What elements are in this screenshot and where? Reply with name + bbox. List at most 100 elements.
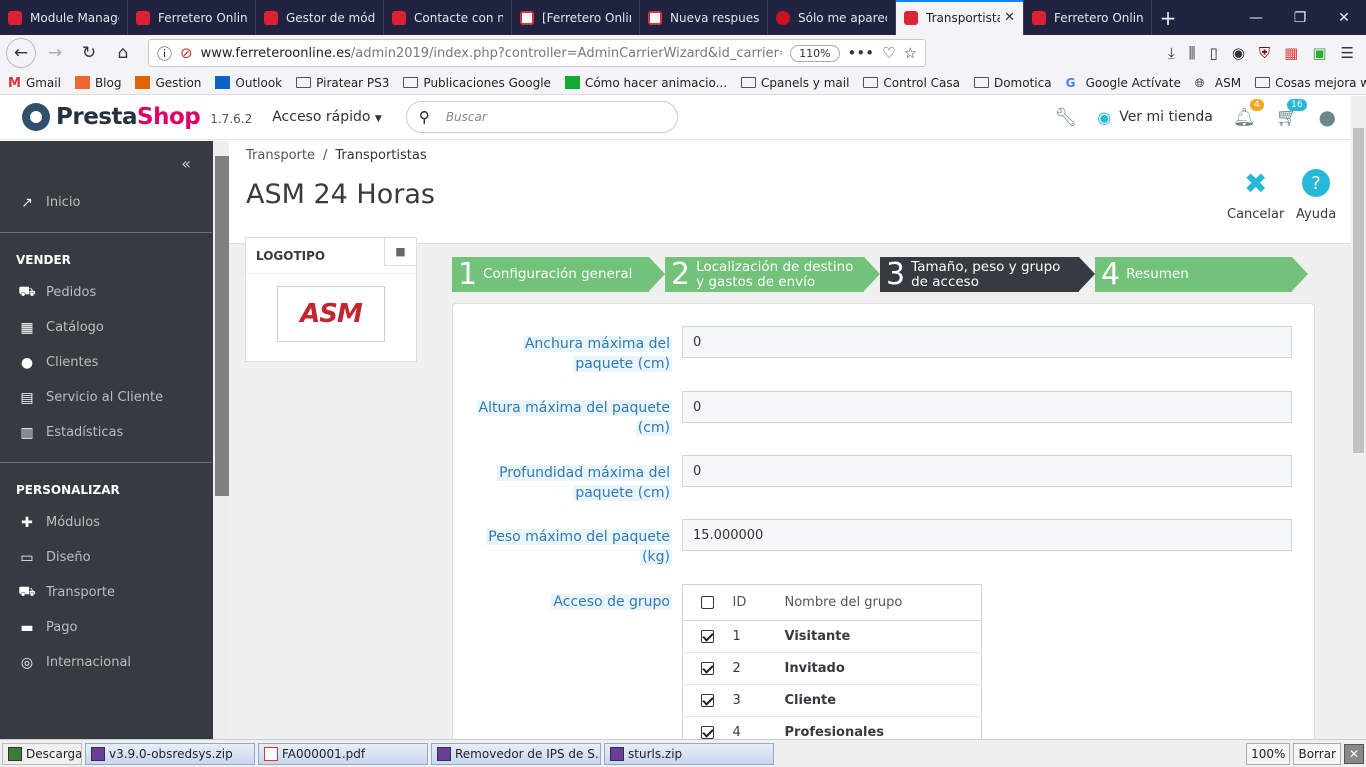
divider xyxy=(0,462,212,463)
view-shop-link[interactable]: ◉ Ver mi tienda xyxy=(1097,108,1213,127)
sidebar-item-modulos[interactable]: ✚ Módulos xyxy=(0,505,229,540)
new-tab-button[interactable]: + xyxy=(1152,0,1184,35)
download-item[interactable]: v3.9.0-obsredsys.zip xyxy=(85,742,255,765)
browser-tab[interactable]: Gestor de módu xyxy=(256,0,384,35)
clear-downloads-button[interactable]: Borrar xyxy=(1293,742,1341,765)
bookmark-item[interactable]: Publicaciones Google xyxy=(403,76,551,90)
cancel-button[interactable]: ✖ Cancelar xyxy=(1227,165,1284,222)
sidebar-item-transporte[interactable]: ⛟ Transporte xyxy=(0,575,229,610)
browser-tab[interactable]: Ferretero Online xyxy=(128,0,256,35)
zoom-indicator[interactable]: 110% xyxy=(790,44,840,62)
admin-search[interactable]: ⚲ Buscar xyxy=(405,101,678,133)
browser-tab-active[interactable]: Transportista ✕ xyxy=(896,0,1024,35)
wizard-step-2[interactable]: 2 Localización de destino y gastos de env… xyxy=(665,257,880,292)
bookmark-item[interactable]: G Google Actívate xyxy=(1066,76,1181,91)
nav-bar: ← → ↻ ⌂ ⓘ ⊘ www.ferreteroonline.es/admin… xyxy=(0,35,1366,71)
max-width-input[interactable]: 0 xyxy=(682,326,1292,358)
sidebar-item-catalogo[interactable]: ▦ Catálogo xyxy=(0,310,229,345)
cart-icon[interactable]: 🛒︎ 16 xyxy=(1276,98,1307,128)
group-checkbox[interactable] xyxy=(701,694,715,707)
page-scrollbar[interactable] xyxy=(1351,96,1366,739)
employee-avatar-icon[interactable]: ● xyxy=(1319,105,1336,129)
bookmark-star-icon[interactable]: ☆ xyxy=(904,44,917,62)
downloads-button[interactable]: Descargas xyxy=(2,742,82,765)
bookmark-item[interactable]: Piratear PS3 xyxy=(296,76,389,90)
quick-access-dropdown[interactable]: Acceso rápido ▼ xyxy=(272,109,382,125)
sidebar-item-pedidos[interactable]: ⛟ Pedidos xyxy=(0,275,229,310)
max-height-input[interactable]: 0 xyxy=(682,391,1292,423)
restore-icon[interactable]: ❐ xyxy=(1278,0,1322,35)
wizard-step-1[interactable]: 1 Configuración general xyxy=(452,257,665,292)
account-icon[interactable]: ◉ xyxy=(1232,44,1245,62)
breadcrumb-link[interactable]: Transporte xyxy=(246,148,315,163)
max-weight-input[interactable]: 15.000000 xyxy=(682,519,1292,551)
bookmark-item[interactable]: Cpanels y mail xyxy=(741,76,849,90)
browser-tab[interactable]: Contacte con no xyxy=(384,0,512,35)
collapse-sidebar-icon[interactable]: « xyxy=(0,141,229,185)
forward-button[interactable]: → xyxy=(40,38,70,68)
browser-tab[interactable]: Module Manage xyxy=(0,0,128,35)
download-item[interactable]: sturls.zip xyxy=(604,742,774,765)
url-bar[interactable]: ⓘ ⊘ www.ferreteroonline.es/admin2019/ind… xyxy=(148,39,926,67)
bookmark-item[interactable]: Blog xyxy=(74,76,121,90)
extension-green-icon[interactable]: ▣ xyxy=(1312,44,1326,62)
sidebar-icon[interactable]: ▯ xyxy=(1210,44,1218,62)
downloads-zoom[interactable]: 100% xyxy=(1246,742,1291,765)
sidebar-scrollbar[interactable] xyxy=(215,156,229,496)
prestashop-logo[interactable]: PrestaShop xyxy=(22,103,201,131)
sidebar-item-clientes[interactable]: ● Clientes xyxy=(0,345,229,380)
library-icon[interactable]: ⫼ xyxy=(1189,44,1196,62)
select-all-checkbox[interactable] xyxy=(701,596,715,609)
bookmark-item[interactable]: Outlook xyxy=(215,76,282,90)
bookmark-item[interactable]: Control Casa xyxy=(863,76,960,90)
sidebar-item-diseno[interactable]: ▭ Diseño xyxy=(0,540,229,575)
ublock-icon[interactable]: ⛨ xyxy=(1259,44,1270,62)
delete-logo-button[interactable]: ■ xyxy=(384,238,416,266)
sidebar-item-inicio[interactable]: ↗ Inicio xyxy=(0,185,229,220)
extension-icon[interactable]: ▦ xyxy=(1284,44,1298,62)
download-icon[interactable]: ⤓ xyxy=(1168,44,1175,62)
group-checkbox[interactable] xyxy=(701,630,715,643)
sidebar-item-estadisticas[interactable]: ▥ Estadísticas xyxy=(0,415,229,450)
bookmark-item[interactable]: Domotica xyxy=(973,76,1052,90)
bookmark-item[interactable]: 🌐︎ ASM xyxy=(1195,76,1241,91)
minimize-icon[interactable]: — xyxy=(1234,0,1278,35)
browser-tab[interactable]: Sólo me aparece xyxy=(768,0,896,35)
tab-close-icon[interactable]: ✕ xyxy=(1004,10,1015,25)
sidebar-item-internacional[interactable]: ◎ Internacional xyxy=(0,645,229,680)
bookmark-item[interactable]: Cosas mejora web xyxy=(1255,76,1366,90)
max-depth-input[interactable]: 0 xyxy=(682,455,1292,487)
menu-icon[interactable]: ☰ xyxy=(1341,44,1354,62)
close-window-icon[interactable]: ✕ xyxy=(1322,0,1366,35)
group-name: Visitante xyxy=(784,620,982,653)
bell-icon[interactable]: 🔔︎ 4 xyxy=(1233,98,1264,128)
insecure-lock-icon[interactable]: ⊘ xyxy=(180,44,193,62)
store-icon: ▦ xyxy=(20,319,34,336)
browser-tab[interactable]: Ferretero Online xyxy=(1024,0,1152,35)
group-checkbox[interactable] xyxy=(701,662,715,675)
bookmark-item[interactable]: Cómo hacer animacio... xyxy=(564,76,727,90)
sidebar-item-servicio[interactable]: ▤ Servicio al Cliente xyxy=(0,380,229,415)
reload-button[interactable]: ↻ xyxy=(74,38,104,68)
url-text[interactable]: www.ferreteroonline.es/admin2019/index.p… xyxy=(201,46,783,61)
search-input[interactable]: Buscar xyxy=(446,110,487,124)
download-item[interactable]: Removedor de IPS de S... xyxy=(431,742,601,765)
bookmark-item[interactable]: Gestion xyxy=(135,76,201,90)
back-button[interactable]: ← xyxy=(6,38,36,68)
page-scrollbar-thumb[interactable] xyxy=(1353,128,1364,453)
more-dots-icon[interactable]: ••• xyxy=(848,44,875,62)
help-button[interactable]: ? Ayuda xyxy=(1296,165,1336,222)
close-downloads-icon[interactable]: ✕ xyxy=(1344,743,1364,764)
pocket-icon[interactable]: ♡ xyxy=(882,44,895,62)
info-icon[interactable]: ⓘ xyxy=(157,43,172,64)
download-item[interactable]: FA000001.pdf xyxy=(258,742,428,765)
browser-tab[interactable]: Nueva respuesta xyxy=(640,0,768,35)
wizard-step-4[interactable]: 4 Resumen xyxy=(1095,257,1308,292)
wrench-icon[interactable]: 🔧︎ xyxy=(1054,107,1077,128)
group-checkbox[interactable] xyxy=(701,726,715,739)
home-button[interactable]: ⌂ xyxy=(108,38,138,68)
browser-tab[interactable]: [Ferretero Onlin xyxy=(512,0,640,35)
bookmark-item[interactable]: M Gmail xyxy=(8,76,61,92)
wizard-step-3[interactable]: 3 Tamaño, peso y grupo de acceso xyxy=(880,257,1095,292)
sidebar-item-pago[interactable]: ▬ Pago xyxy=(0,610,229,645)
